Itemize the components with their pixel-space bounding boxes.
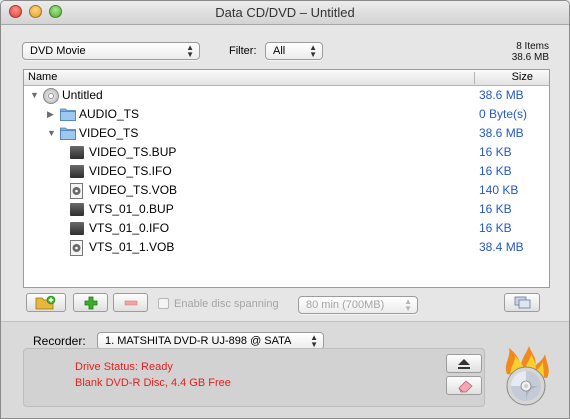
disclosure-collapsed-icon[interactable]: ▶ — [47, 105, 54, 124]
list-item-name: VIDEO_TS.BUP — [89, 145, 177, 159]
column-header-name[interactable]: Name — [28, 70, 57, 85]
window-title: Data CD/DVD – Untitled — [215, 5, 355, 20]
items-count: 8 Items — [516, 41, 549, 52]
list-item-size: 140 KB — [479, 183, 519, 197]
list-header: Name Size — [24, 70, 549, 86]
filter-label: Filter: — [229, 45, 257, 57]
plus-icon — [84, 296, 98, 310]
list-item[interactable]: ▼ Untitled 38.6 MB — [24, 86, 549, 105]
list-item-name: VIDEO_TS.VOB — [89, 183, 178, 197]
file-icon — [70, 164, 84, 178]
eject-button[interactable] — [446, 354, 482, 373]
burn-button[interactable] — [497, 346, 555, 408]
disc-spanning-checkbox[interactable] — [158, 298, 169, 309]
file-icon — [70, 202, 84, 216]
disc-spanning-label: Enable disc spanning — [174, 298, 279, 310]
recorder-label: Recorder: — [33, 334, 86, 348]
video-file-icon — [70, 240, 83, 262]
filter-select[interactable]: All ▲ ▼ — [265, 42, 323, 60]
minus-icon — [124, 300, 138, 306]
add-folder-button[interactable] — [26, 293, 66, 312]
chevron-updown-icon: ▲ ▼ — [310, 333, 318, 349]
spanning-size-select[interactable]: 80 min (700MB) ▲ ▼ — [298, 296, 418, 314]
list-item-size: 16 KB — [479, 164, 512, 178]
chevron-updown-icon: ▲ ▼ — [309, 43, 317, 59]
list-item-name: VIDEO_TS.IFO — [89, 164, 172, 178]
disc-type-select-value: DVD Movie — [30, 45, 86, 57]
burning-disc-icon — [505, 346, 549, 406]
add-files-button[interactable] — [73, 293, 108, 312]
eraser-icon — [458, 380, 473, 393]
spanning-size-value: 80 min (700MB) — [306, 299, 385, 311]
list-item[interactable]: VIDEO_TS.VOB 140 KB — [24, 181, 549, 200]
list-item[interactable]: VIDEO_TS.BUP 16 KB — [24, 143, 549, 162]
disclosure-expanded-icon[interactable]: ▼ — [30, 86, 39, 105]
list-item[interactable]: ▼ VIDEO_TS 38.6 MB — [24, 124, 549, 143]
list-item-size: 38.6 MB — [479, 126, 524, 140]
list-item-size: 16 KB — [479, 221, 512, 235]
file-icon — [70, 221, 84, 235]
disc-info-text: Blank DVD-R Disc, 4.4 GB Free — [75, 377, 231, 389]
list-item-name: VTS_01_0.BUP — [89, 202, 174, 216]
list-item-name: Untitled — [62, 88, 103, 102]
list-item-name: VIDEO_TS — [79, 126, 139, 140]
column-header-size[interactable]: Size — [512, 70, 533, 85]
app-window: Data CD/DVD – Untitled DVD Movie ▲ ▼ Filt… — [0, 0, 570, 419]
windows-icon — [514, 296, 531, 309]
remove-button[interactable] — [113, 293, 148, 312]
disc-type-select[interactable]: DVD Movie ▲ ▼ — [22, 42, 200, 60]
disc-icon — [43, 88, 59, 104]
list-item-size: 0 Byte(s) — [479, 107, 528, 121]
list-item-size: 16 KB — [479, 145, 512, 159]
items-summary: 8 Items 38.6 MB — [512, 41, 549, 63]
disclosure-expanded-icon[interactable]: ▼ — [47, 124, 56, 143]
titlebar: Data CD/DVD – Untitled — [1, 1, 569, 25]
list-item-size: 38.4 MB — [479, 240, 524, 254]
file-list[interactable]: Name Size ▼ Untitled 38.6 MB ▶ AUDIO_TS 0 Byt… — [23, 69, 550, 288]
chevron-updown-icon: ▲ ▼ — [186, 43, 194, 59]
file-icon — [70, 145, 84, 159]
drive-status-text: Drive Status: Ready — [75, 361, 173, 373]
list-item[interactable]: ▶ AUDIO_TS 0 Byte(s) — [24, 105, 549, 124]
list-item[interactable]: VIDEO_TS.IFO 16 KB — [24, 162, 549, 181]
list-item-name: VTS_01_0.IFO — [89, 221, 170, 235]
total-size: 38.6 MB — [511, 52, 549, 63]
new-folder-icon — [35, 295, 56, 310]
list-item[interactable]: VTS_01_0.BUP 16 KB — [24, 200, 549, 219]
eject-icon — [458, 359, 470, 369]
window-view-button[interactable] — [504, 293, 540, 312]
list-item[interactable]: VTS_01_0.IFO 16 KB — [24, 219, 549, 238]
chevron-updown-icon: ▲ ▼ — [404, 297, 412, 313]
recorder-select-value: 1. MATSHITA DVD-R UJ-898 @ SATA — [105, 335, 292, 347]
erase-button[interactable] — [446, 376, 482, 395]
list-item-size: 38.6 MB — [479, 88, 524, 102]
list-item-size: 16 KB — [479, 202, 512, 216]
list-item-name: VTS_01_1.VOB — [89, 240, 175, 254]
list-item-name: AUDIO_TS — [79, 107, 140, 121]
filter-select-value: All — [273, 45, 286, 57]
column-divider[interactable] — [474, 72, 475, 84]
list-item[interactable]: VTS_01_1.VOB 38.4 MB — [24, 238, 549, 257]
